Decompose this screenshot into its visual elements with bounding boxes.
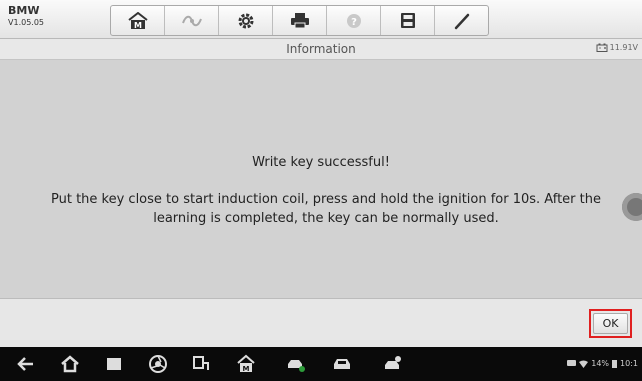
help-icon: ?: [346, 13, 361, 28]
data-logging-icon: [454, 13, 469, 29]
ok-highlight: OK: [589, 309, 632, 338]
software-version: V1.05.05: [8, 18, 45, 27]
car-icon[interactable]: [332, 354, 352, 374]
battery-icon: [612, 360, 618, 368]
toolbar-data-logging-button[interactable]: [435, 6, 488, 35]
browser-icon[interactable]: [148, 354, 168, 374]
svg-text:M: M: [134, 21, 142, 30]
title-bar: Information 11.91V: [0, 39, 642, 60]
settings-icon: [238, 13, 253, 28]
toolbar-vci-button[interactable]: [165, 6, 219, 35]
save-icon: [400, 13, 415, 28]
toolbar-help-button[interactable]: ?: [327, 6, 381, 35]
message-title: Write key successful!: [252, 155, 390, 170]
back-icon[interactable]: [16, 354, 36, 374]
status-area: 14% 10:1: [567, 359, 638, 368]
android-navigation-bar: M 14% 10:1: [0, 347, 642, 381]
clock: 10:1: [620, 359, 638, 368]
home-icon: M: [127, 11, 148, 30]
service-car-icon[interactable]: [286, 354, 306, 374]
voltage-value: 11.91V: [609, 43, 638, 52]
chat-icon: [567, 359, 577, 366]
battery-percent: 14%: [591, 359, 610, 368]
recent-apps-icon[interactable]: [104, 354, 124, 374]
svg-text:?: ?: [351, 17, 357, 28]
car-battery-icon: [596, 43, 608, 52]
bottom-bar: [0, 298, 642, 348]
toolbar: M ?: [110, 5, 489, 36]
home-icon[interactable]: [60, 354, 80, 374]
top-bar: BMW V1.05.05 M ?: [0, 0, 642, 39]
vci-icon: [181, 15, 202, 26]
message-panel: Write key successful! Put the key close …: [0, 60, 642, 298]
toolbar-save-button[interactable]: [381, 6, 435, 35]
vci-connect-icon[interactable]: [191, 354, 211, 374]
svg-text:M: M: [243, 365, 250, 373]
floating-assistive-button[interactable]: [622, 193, 642, 221]
brand-name: BMW: [8, 4, 40, 17]
print-icon: [290, 13, 309, 29]
ok-button[interactable]: OK: [593, 313, 628, 334]
vehicle-brand: BMW V1.05.05: [8, 5, 44, 29]
page-title: Information: [286, 42, 356, 56]
toolbar-settings-button[interactable]: [219, 6, 273, 35]
shop-car-icon[interactable]: [384, 354, 404, 374]
wifi-icon: [579, 360, 589, 368]
battery-voltage: 11.91V: [596, 43, 638, 52]
maxisys-home-icon[interactable]: M: [236, 354, 256, 374]
toolbar-print-button[interactable]: [273, 6, 327, 35]
toolbar-home-button[interactable]: M: [111, 6, 165, 35]
message-body: Put the key close to start induction coi…: [50, 192, 601, 226]
